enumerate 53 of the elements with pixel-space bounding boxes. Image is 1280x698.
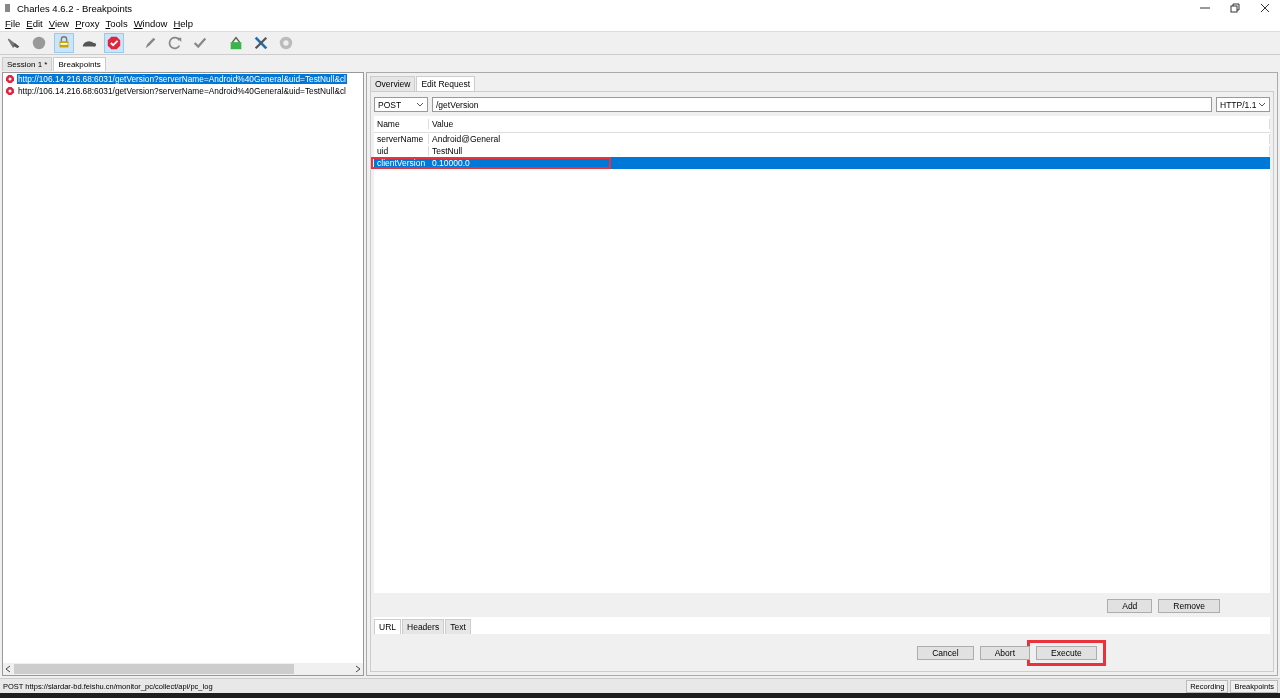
breakpoint-icon [6, 87, 14, 95]
tab[interactable]: Edit Request [416, 76, 476, 91]
tab[interactable]: URL [374, 619, 401, 634]
protocol-dropdown[interactable]: HTTP/1.1 [1216, 97, 1270, 112]
tab[interactable]: Overview [370, 76, 416, 91]
request-url[interactable]: http://106.14.216.68:6031/getVersion?serverName=Android%40General&uid=TestNull&cl [17, 74, 347, 84]
close-icon [1260, 3, 1270, 13]
chevron-icon [416, 102, 424, 107]
stop-sign-button[interactable] [104, 33, 124, 53]
menu-item[interactable]: Proxy [72, 18, 103, 29]
chevron-icon [1258, 102, 1266, 107]
menu-item[interactable]: View [45, 18, 73, 29]
param-value: Android@General [429, 134, 1270, 144]
lock-button[interactable] [54, 33, 74, 53]
menu-item[interactable]: File [2, 18, 24, 29]
tab[interactable]: Text [445, 619, 471, 634]
action-button[interactable]: Cancel [917, 646, 974, 660]
table-row[interactable]: clientVersion 0.10000.0 [374, 157, 1270, 169]
param-value: TestNull [429, 146, 1270, 156]
column-header: Value [429, 119, 1270, 129]
table-row[interactable]: serverName Android@General [374, 133, 1270, 145]
param-name: clientVersion [376, 158, 427, 168]
param-name: serverName [374, 134, 429, 144]
method-dropdown[interactable]: POST [374, 97, 428, 112]
scroll-right-icon[interactable] [355, 665, 361, 673]
app-icon [4, 3, 11, 13]
column-header: Name [374, 119, 429, 129]
tab[interactable]: Headers [402, 619, 445, 634]
tab[interactable]: Breakpoints [53, 57, 106, 71]
scroll-left-icon[interactable] [5, 665, 11, 673]
tab[interactable]: Session 1 * [2, 57, 53, 71]
table-row[interactable]: uid TestNull [374, 145, 1270, 157]
menu-item[interactable]: Edit [23, 18, 46, 29]
path-field[interactable]: /getVersion [432, 97, 1212, 112]
table-button[interactable]: Add [1107, 599, 1153, 613]
menu-item[interactable]: Help [170, 18, 196, 29]
stop-sign-icon [106, 35, 122, 51]
menu-item[interactable]: Tools [102, 18, 131, 29]
record-icon [31, 35, 47, 51]
scrollbar-thumb[interactable] [14, 664, 294, 674]
param-name: uid [374, 146, 429, 156]
param-value: 0.10000.0 [431, 158, 471, 168]
restore-icon [1230, 3, 1240, 13]
menu-item[interactable]: Window [130, 18, 171, 29]
check-icon [192, 35, 208, 51]
action-button[interactable]: Abort [979, 646, 1031, 660]
breakpoint-icon [6, 75, 14, 83]
request-url[interactable]: http://106.14.216.68:6031/getVersion?serverName=Android%40General&uid=TestNull&cl [17, 86, 347, 96]
action-button[interactable]: Execute [1036, 646, 1097, 660]
table-button[interactable]: Remove [1158, 599, 1220, 613]
window-title: Charles 4.6.2 - Breakpoints [17, 2, 133, 14]
basket-icon [228, 35, 244, 51]
refresh-icon [167, 35, 183, 51]
